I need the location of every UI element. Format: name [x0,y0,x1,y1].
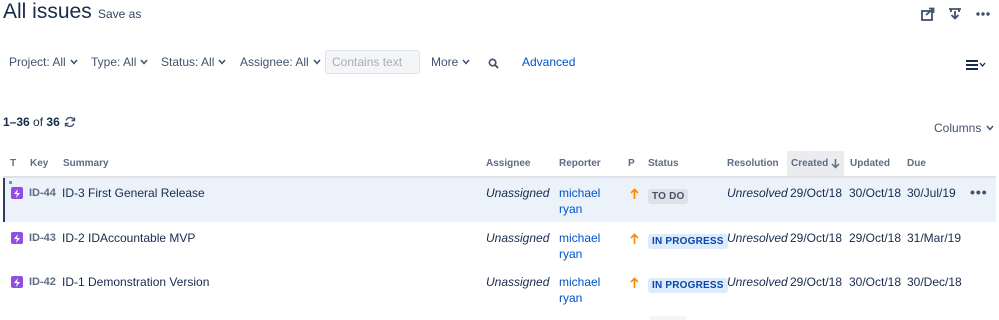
refresh-icon[interactable] [64,115,76,133]
col-header-priority[interactable]: P [628,158,635,169]
col-header-created[interactable]: Created [791,158,840,169]
export-icon[interactable] [947,6,965,22]
assignee-value: Unassigned [486,275,550,289]
more-filters-button[interactable]: More [431,55,470,69]
col-header-resolution[interactable]: Resolution [727,158,779,169]
status-lozenge: IN PROGRESS [648,278,728,293]
col-header-key[interactable]: Key [30,158,48,169]
results-total: 36 [46,115,60,129]
updated-date: 30/Oct/18 [849,275,902,289]
more-icon[interactable] [975,6,993,22]
type-filter[interactable]: Type: All [91,55,148,69]
created-date: 29/Oct/18 [790,275,843,289]
project-filter-label: Project: All [9,55,66,69]
reporter-link[interactable]: michael ryan [559,230,600,262]
col-header-status[interactable]: Status [648,158,679,169]
chevron-down-icon [313,59,321,65]
sort-descending-icon [831,159,840,169]
resolution-value: Unresolved [727,275,788,289]
chevron-down-icon [986,125,994,131]
epic-icon[interactable] [11,187,23,199]
col-header-updated[interactable]: Updated [850,158,890,169]
issue-summary-link[interactable]: ID-2 IDAccountable MVP [62,231,195,245]
reporter-last-name: ryan [559,291,583,305]
col-header-due[interactable]: Due [907,158,926,169]
results-count: 1–36 of 36 [3,115,60,129]
status-cell: IN PROGRESS [648,275,728,293]
col-header-reporter[interactable]: Reporter [559,158,601,169]
epic-icon[interactable] [11,276,23,288]
status-cell: IN PROGRESS [648,231,728,249]
assignee-value: Unassigned [486,231,550,245]
reporter-last-name: ryan [559,202,583,216]
priority-arrow-up-icon [630,232,639,250]
reporter-first-name: michael [559,275,601,289]
search-icon[interactable] [488,56,499,74]
status-lozenge: TO DO [648,189,689,204]
issue-summary-link[interactable]: ID-3 First General Release [62,186,205,200]
reporter-first-name: michael [559,186,601,200]
row-actions-button[interactable]: ••• [970,184,988,200]
status-filter[interactable]: Status: All [161,55,226,69]
priority-arrow-up-icon [630,276,639,294]
resolution-value: Unresolved [727,186,788,200]
chevron-down-icon [70,59,78,65]
columns-button[interactable]: Columns [934,121,994,135]
assignee-value: Unassigned [486,186,550,200]
save-as-button[interactable]: Save as [98,7,141,21]
results-range: 1–36 [3,115,30,129]
columns-label: Columns [934,121,982,135]
col-header-type[interactable]: T [10,158,16,169]
col-header-assignee[interactable]: Assignee [486,158,530,169]
issue-key-link[interactable]: ID-42 [29,276,56,288]
created-date: 29/Oct/18 [790,186,843,200]
issue-key-link[interactable]: ID-44 [29,187,56,199]
chevron-down-icon [218,59,226,65]
chevron-down-icon [140,59,148,65]
due-date: 31/Mar/19 [907,231,962,245]
assignee-filter-label: Assignee: All [240,55,309,69]
priority-arrow-up-icon [630,187,639,205]
created-date: 29/Oct/18 [790,231,843,245]
resolution-value: Unresolved [727,231,788,245]
results-of: of [33,115,44,129]
assignee-filter[interactable]: Assignee: All [240,55,321,69]
due-date: 30/Dec/18 [907,275,962,289]
status-filter-label: Status: All [161,55,215,69]
issue-summary-link[interactable]: ID-1 Demonstration Version [62,275,209,289]
text-search-input[interactable] [325,50,420,74]
col-header-created-label: Created [791,158,829,169]
row-focus-marker [9,181,12,184]
updated-date: 30/Oct/18 [849,186,902,200]
col-header-summary[interactable]: Summary [63,158,109,169]
page-title: All issues [3,0,92,23]
issue-key-link[interactable]: ID-43 [29,232,56,244]
status-cell: TO DO [648,186,689,204]
updated-date: 29/Oct/18 [849,231,902,245]
more-filters-label: More [431,55,459,69]
project-filter[interactable]: Project: All [9,55,78,69]
advanced-search-link[interactable]: Advanced [522,55,575,69]
reporter-link[interactable]: michael ryan [559,274,600,306]
reporter-first-name: michael [559,231,601,245]
due-date: 30/Jul/19 [907,186,956,200]
reporter-link[interactable]: michael ryan [559,185,600,217]
scrollbar-hint[interactable] [650,316,686,320]
list-view-menu-icon[interactable] [966,57,986,75]
table-row[interactable] [3,178,996,222]
reporter-last-name: ryan [559,247,583,261]
epic-icon[interactable] [11,232,23,244]
type-filter-label: Type: All [91,55,137,69]
share-icon[interactable] [920,6,938,22]
status-lozenge: IN PROGRESS [648,234,728,249]
chevron-down-icon [462,59,470,65]
